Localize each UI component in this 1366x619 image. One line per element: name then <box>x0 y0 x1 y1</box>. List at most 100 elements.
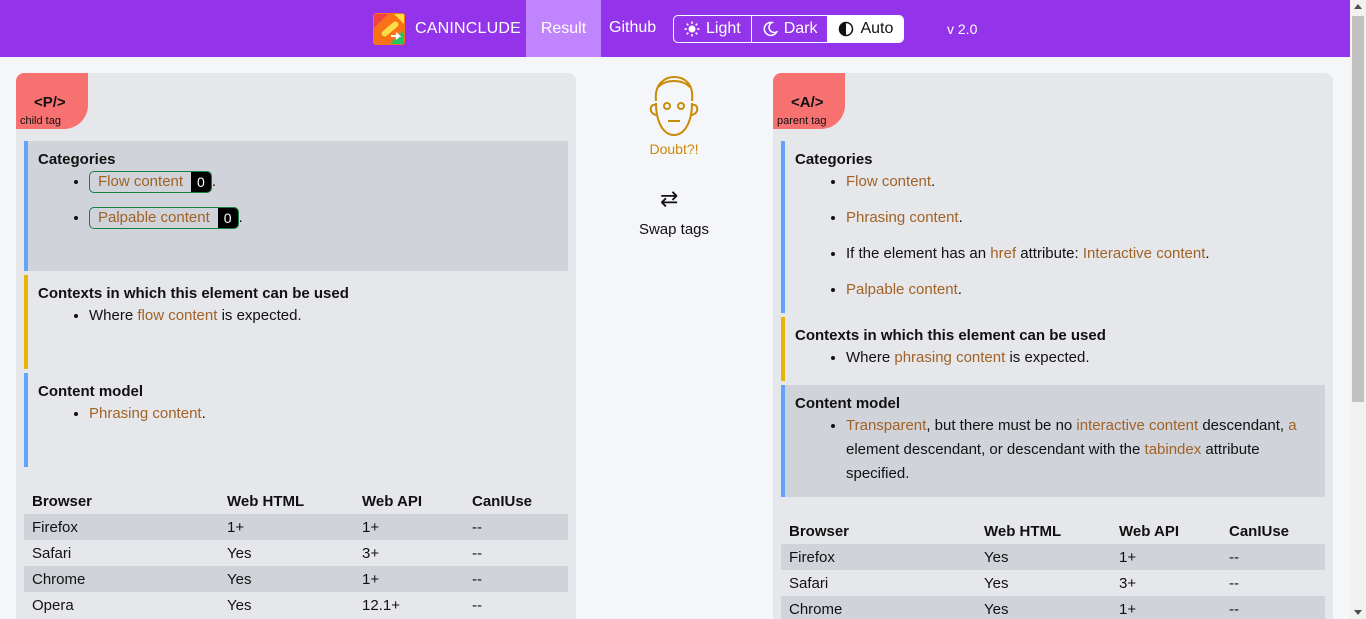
table-header: CanIUse <box>472 492 533 510</box>
tabindex-link[interactable]: tabindex <box>1145 441 1202 458</box>
flow-content-link[interactable]: Flow content <box>846 173 931 190</box>
table-cell: 1+ <box>1111 544 1221 570</box>
tag-role: child tag <box>20 115 61 127</box>
theme-switcher: Light Dark Auto <box>673 15 905 43</box>
table-row: Firefox 1+ 1+ -- <box>24 514 568 540</box>
table-cell: -- <box>1229 574 1239 592</box>
browser-support-table: Browser Web HTML Web API CanIUse Firefox… <box>781 518 1325 619</box>
table-cell: 1+ <box>354 566 464 592</box>
list-item: Flow content. <box>846 170 1315 194</box>
table-cell: Safari <box>32 544 72 562</box>
nav-result-tab[interactable]: Result <box>526 0 601 57</box>
table-row: Firefox Yes 1+ -- <box>781 544 1325 570</box>
theme-auto-button[interactable]: Auto <box>828 16 904 42</box>
table-cell: Yes <box>227 544 252 562</box>
a-element-link[interactable]: a <box>1288 417 1296 434</box>
tag-badge: <A/> parent tag <box>773 73 845 129</box>
sun-icon <box>684 21 700 37</box>
tag-name: <P/> <box>34 94 66 111</box>
table-cell: -- <box>472 544 482 562</box>
table-cell: Firefox <box>781 544 976 570</box>
pill-count: 0 <box>191 172 211 193</box>
scroll-thumb[interactable] <box>1352 16 1364 402</box>
section-title: Contexts in which this element can be us… <box>38 285 349 302</box>
table-header: Browser <box>789 522 850 540</box>
text: Where <box>89 307 138 324</box>
table-header: Web HTML <box>227 492 305 510</box>
interactive-content-link[interactable]: Interactive content <box>1083 245 1206 262</box>
category-pill[interactable]: Flow content 0 <box>89 171 212 194</box>
list-item: Phrasing content. <box>846 206 1315 230</box>
phrasing-content-link[interactable]: phrasing content <box>894 349 1005 366</box>
href-attr-link[interactable]: href <box>990 245 1016 262</box>
text: is expected. <box>217 307 302 324</box>
swap-tags-button[interactable]: Swap tags <box>620 221 728 238</box>
text: , but there must be no <box>926 417 1077 434</box>
transparent-link[interactable]: Transparent <box>846 417 926 434</box>
table-row: Opera Yes 12.1+ -- <box>24 592 568 618</box>
list-item: Palpable content. <box>846 278 1315 302</box>
theme-dark-label: Dark <box>783 20 818 37</box>
text: Where <box>846 349 895 366</box>
table-cell: -- <box>472 596 482 614</box>
table-cell: -- <box>464 566 568 592</box>
tag-badge: <P/> child tag <box>16 73 88 129</box>
text: attribute: <box>1016 245 1083 262</box>
nav-github-link[interactable]: Github <box>609 19 656 37</box>
table-cell: Chrome <box>24 566 219 592</box>
theme-light-button[interactable]: Light <box>674 16 752 42</box>
table-cell: 1+ <box>354 514 464 540</box>
table-cell: 1+ <box>219 514 354 540</box>
table-cell: Firefox <box>24 514 219 540</box>
pill-count: 0 <box>217 208 238 229</box>
text: descendant, <box>1198 417 1289 434</box>
flow-content-link[interactable]: flow content <box>137 307 217 324</box>
list-item: If the element has an href attribute: In… <box>846 242 1315 266</box>
table-cell: 3+ <box>362 544 380 562</box>
content-model-section: Content model Transparent, but there mus… <box>781 385 1325 497</box>
content-model-section: Content model Phrasing content. <box>24 373 568 467</box>
scroll-up-icon[interactable] <box>1354 4 1362 9</box>
table-cell: Yes <box>219 566 354 592</box>
phrasing-content-link[interactable]: Phrasing content <box>846 209 959 226</box>
contexts-section: Contexts in which this element can be us… <box>24 275 568 369</box>
palpable-content-link[interactable]: Palpable content <box>846 281 958 298</box>
text: . <box>1205 245 1210 262</box>
table-cell: -- <box>464 514 568 540</box>
doubt-label[interactable]: Doubt?! <box>626 141 722 157</box>
table-cell: -- <box>1221 596 1325 619</box>
section-title: Content model <box>38 383 143 400</box>
section-title: Contexts in which this element can be us… <box>795 327 1106 344</box>
text: . <box>957 281 962 298</box>
category-pill[interactable]: Palpable content 0 <box>89 207 239 230</box>
section-title: Categories <box>38 151 116 168</box>
theme-auto-label: Auto <box>860 20 894 37</box>
theme-dark-button[interactable]: Dark <box>752 16 829 42</box>
moon-icon <box>763 21 778 37</box>
table-cell: Yes <box>976 596 1111 619</box>
confused-face-icon <box>649 75 699 137</box>
brand[interactable]: CANINCLUDE <box>370 10 521 48</box>
list-item: Flow content0. <box>89 170 558 194</box>
contexts-section: Contexts in which this element can be us… <box>781 317 1325 381</box>
phrasing-content-link[interactable]: Phrasing content <box>89 405 202 422</box>
pill-label: Flow content <box>98 173 184 191</box>
swap-icon[interactable]: ⇄ <box>660 186 678 212</box>
table-row: Safari Yes 3+ -- <box>781 570 1325 596</box>
list-item: Phrasing content. <box>89 402 558 426</box>
table-header: Web API <box>1119 522 1180 540</box>
table-row: Chrome Yes 1+ -- <box>781 596 1325 619</box>
scroll-down-icon[interactable] <box>1354 610 1362 615</box>
doubt-help[interactable] <box>644 73 704 139</box>
interactive-content-link[interactable]: interactive content <box>1076 417 1198 434</box>
table-row: Safari Yes 3+ -- <box>24 540 568 566</box>
theme-light-label: Light <box>706 20 741 37</box>
table-cell: Opera <box>32 596 74 614</box>
list-item: Transparent, but there must be no intera… <box>846 414 1315 486</box>
list-item: Where flow content is expected. <box>89 304 558 328</box>
text: If the element has an <box>846 245 991 262</box>
page-scrollbar[interactable] <box>1350 0 1366 619</box>
version-label: v 2.0 <box>947 21 978 37</box>
table-cell: 12.1+ <box>362 596 400 614</box>
table-cell: Yes <box>984 574 1009 592</box>
